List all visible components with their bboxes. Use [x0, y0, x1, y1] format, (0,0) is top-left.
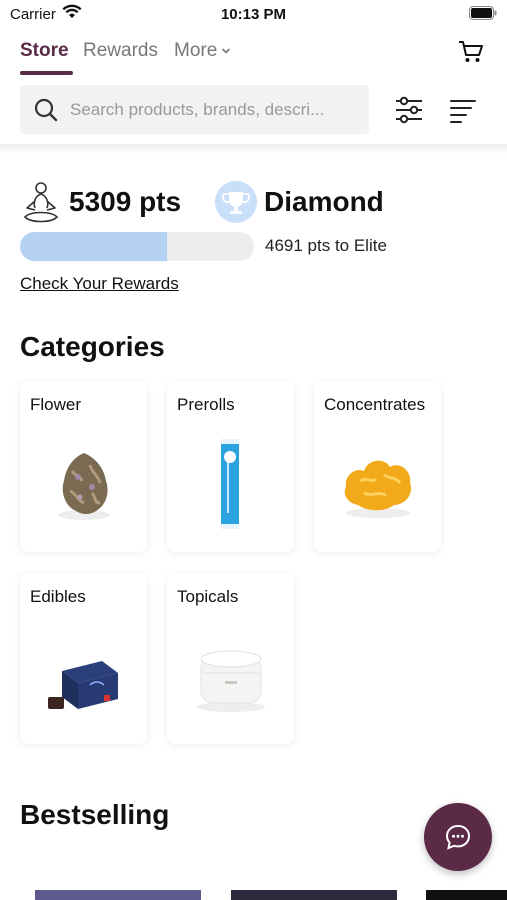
active-tab-indicator	[20, 71, 73, 75]
trophy-icon	[215, 181, 257, 223]
header-divider	[0, 144, 507, 154]
filter-icon[interactable]	[394, 96, 424, 124]
category-card-edibles[interactable]: Edibles	[20, 573, 147, 744]
battery-icon	[469, 6, 497, 20]
sort-icon[interactable]	[448, 96, 478, 124]
status-bar: Carrier 10:13 PM	[0, 0, 507, 30]
category-card-topicals[interactable]: Topicals	[167, 573, 294, 744]
clock: 10:13 PM	[220, 6, 287, 23]
category-label: Concentrates	[324, 395, 426, 414]
product-thumbnail[interactable]	[35, 890, 201, 900]
topicals-image	[197, 650, 265, 712]
search-icon	[34, 98, 58, 122]
search-input[interactable]: Search products, brands, descri...	[70, 100, 360, 120]
preroll-image	[221, 439, 239, 529]
product-thumbnail[interactable]	[426, 890, 507, 900]
category-card-prerolls[interactable]: Prerolls	[167, 381, 294, 552]
flower-image	[58, 453, 110, 520]
tab-more[interactable]: More	[174, 40, 231, 62]
tab-store[interactable]: Store	[20, 40, 69, 62]
categories-heading: Categories	[20, 331, 165, 362]
category-label: Flower	[30, 395, 82, 414]
search-bar[interactable]: Search products, brands, descri...	[20, 85, 369, 134]
category-card-concentrates[interactable]: Concentrates	[314, 381, 441, 552]
tier-progress-bar	[20, 232, 254, 261]
category-card-flower[interactable]: Flower	[20, 381, 147, 552]
tab-more-label: More	[174, 40, 218, 61]
tab-rewards[interactable]: Rewards	[83, 40, 158, 62]
points-to-next-tier: 4691 pts to Elite	[265, 236, 387, 255]
category-label: Topicals	[177, 587, 239, 606]
category-label: Edibles	[30, 587, 86, 606]
product-thumbnail[interactable]	[231, 890, 397, 900]
meditation-icon	[23, 182, 59, 223]
concentrate-image	[344, 460, 412, 518]
chevron-down-icon	[222, 48, 231, 54]
check-rewards-link[interactable]: Check Your Rewards	[20, 274, 179, 294]
bestselling-heading: Bestselling	[20, 799, 170, 830]
chat-button[interactable]	[424, 803, 492, 871]
cart-icon[interactable]	[457, 38, 485, 66]
category-label: Prerolls	[177, 395, 235, 414]
points-balance: 5309 pts	[69, 186, 182, 217]
tier-progress-fill	[20, 232, 168, 261]
tier-label: Diamond	[264, 186, 384, 217]
edibles-image	[48, 661, 118, 709]
chat-icon	[445, 824, 471, 850]
